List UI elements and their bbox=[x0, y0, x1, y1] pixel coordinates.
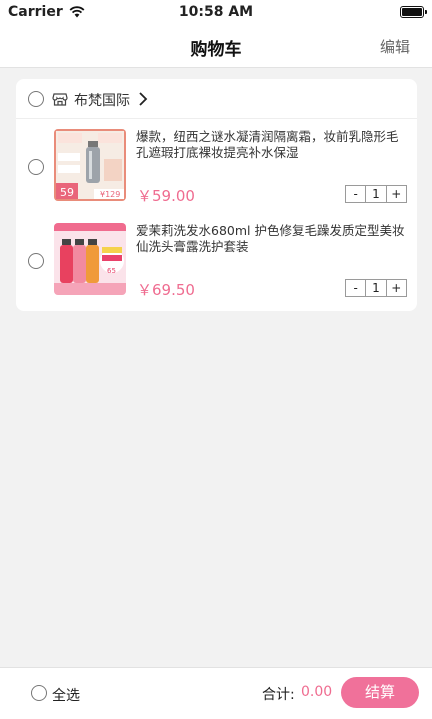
page-title: 购物车 bbox=[190, 40, 242, 60]
status-bar: Carrier 10:58 AM bbox=[0, 0, 432, 24]
status-time: 10:58 AM bbox=[178, 4, 254, 20]
item-select-radio[interactable] bbox=[28, 159, 44, 175]
product-image[interactable]: 65 bbox=[54, 223, 126, 295]
quantity-value[interactable]: 1 bbox=[365, 186, 387, 202]
edit-button[interactable]: 编辑 bbox=[380, 36, 410, 57]
quantity-value[interactable]: 1 bbox=[365, 280, 387, 296]
product-title[interactable]: 爆款，纽西之谜水凝清润隔离霜，妆前乳隐形毛孔遮瑕打底裸妆提亮补水保湿 bbox=[136, 129, 408, 161]
store-icon bbox=[52, 93, 68, 106]
item-select-radio[interactable] bbox=[28, 253, 44, 269]
increment-button[interactable]: + bbox=[387, 280, 406, 296]
increment-button[interactable]: + bbox=[387, 186, 406, 202]
svg-text:¥129: ¥129 bbox=[100, 190, 120, 199]
total-label: 合计: bbox=[262, 687, 295, 703]
total-amount: 0.00 bbox=[301, 684, 333, 700]
product-price: ￥59.00 bbox=[137, 187, 195, 205]
product-image[interactable]: 59 ¥129 bbox=[54, 129, 126, 201]
select-all-label[interactable]: 全选 bbox=[52, 685, 80, 705]
shop-header[interactable]: 布梵国际 bbox=[16, 79, 417, 119]
cart-shop-card: 布梵国际 59 ¥129 爆款，纽西之谜水凝清润隔离霜，妆前乳隐形毛孔遮瑕打底裸… bbox=[16, 79, 417, 311]
nav-bar: 购物车 编辑 bbox=[0, 24, 432, 68]
product-price: ￥69.50 bbox=[137, 281, 195, 299]
quantity-stepper: - 1 + bbox=[345, 279, 407, 297]
shop-name[interactable]: 布梵国际 bbox=[74, 90, 130, 110]
decrement-button[interactable]: - bbox=[346, 186, 365, 202]
cart-item[interactable]: 59 ¥129 爆款，纽西之谜水凝清润隔离霜，妆前乳隐形毛孔遮瑕打底裸妆提亮补水… bbox=[16, 123, 417, 219]
shop-select-radio[interactable] bbox=[28, 91, 44, 107]
quantity-stepper: - 1 + bbox=[345, 185, 407, 203]
checkout-bar: 全选 合计: 0.00 结算 bbox=[0, 667, 432, 719]
svg-text:59: 59 bbox=[60, 186, 74, 199]
svg-text:65: 65 bbox=[107, 267, 116, 275]
battery-icon bbox=[400, 6, 427, 18]
select-all-radio[interactable] bbox=[31, 685, 47, 701]
decrement-button[interactable]: - bbox=[346, 280, 365, 296]
chevron-right-icon[interactable] bbox=[138, 92, 148, 106]
product-title[interactable]: 爱茉莉洗发水680ml 护色修复毛躁发质定型美妆仙洗头膏露洗护套装 bbox=[136, 223, 408, 255]
checkout-button[interactable]: 结算 bbox=[341, 677, 419, 708]
cart-item[interactable]: 65 爱茉莉洗发水680ml 护色修复毛躁发质定型美妆仙洗头膏露洗护套装 ￥69… bbox=[16, 217, 417, 313]
